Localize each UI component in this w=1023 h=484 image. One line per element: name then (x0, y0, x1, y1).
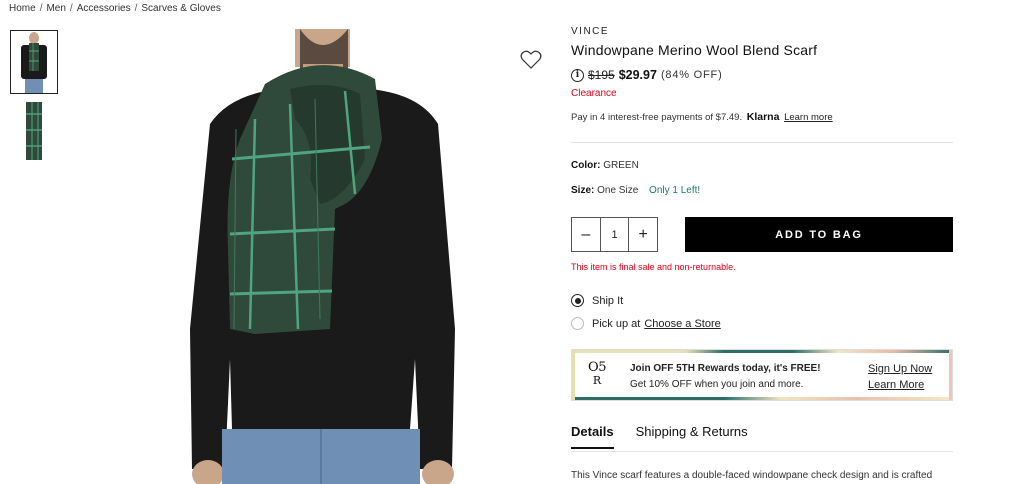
klarna-text: Pay in 4 interest-free payments of $7.49… (571, 112, 743, 123)
tab-details[interactable]: Details (571, 424, 614, 449)
price-row: i $195 $29.97 (84% OFF) (571, 68, 723, 82)
clearance-label: Clearance (571, 88, 617, 99)
pickup-option[interactable]: Pick up at Choose a Store (571, 317, 721, 330)
breadcrumb-separator: / (134, 3, 138, 14)
banner-decoration (572, 350, 575, 400)
sale-price: $29.97 (618, 68, 657, 82)
color-selector: Color: GREEN (571, 160, 639, 171)
thumbnail-model[interactable] (10, 30, 58, 94)
rewards-logo-bottom: R (592, 374, 602, 387)
rewards-learn-more-link[interactable]: Learn More (868, 377, 932, 393)
banner-decoration (949, 350, 952, 400)
ship-it-radio[interactable] (571, 294, 584, 307)
breadcrumb: Home / Men / Accessories / Scarves & Gloves (9, 3, 221, 14)
final-sale-notice: This item is final sale and non-returnab… (571, 262, 736, 272)
add-to-bag-button[interactable]: ADD TO BAG (685, 217, 953, 252)
klarna-message: Pay in 4 interest-free payments of $7.49… (571, 111, 833, 123)
heart-icon[interactable] (520, 50, 542, 70)
rewards-banner: O5 R Join OFF 5TH Rewards today, it's FR… (571, 349, 953, 401)
klarna-logo: Klarna (746, 111, 780, 123)
quantity-stepper: – 1 + (571, 217, 658, 252)
original-price: $195 (588, 68, 615, 82)
rewards-text: Join OFF 5TH Rewards today, it's FREE! G… (630, 361, 821, 393)
thumbnail-scarf[interactable] (10, 100, 58, 162)
breadcrumb-separator: / (69, 3, 73, 14)
stock-note: Only 1 Left! (649, 185, 701, 196)
breadcrumb-separator: / (39, 3, 43, 14)
size-value: One Size (597, 185, 639, 196)
breadcrumb-home[interactable]: Home (9, 3, 36, 14)
pickup-radio[interactable] (571, 317, 584, 330)
product-description: This Vince scarf features a double-faced… (571, 470, 933, 481)
quantity-decrease-button[interactable]: – (572, 218, 600, 251)
breadcrumb-accessories[interactable]: Accessories (77, 3, 131, 14)
discount-percent: (84% OFF) (660, 69, 723, 81)
size-label: Size: (571, 185, 595, 196)
pickup-label: Pick up at (592, 317, 641, 330)
color-label: Color: (571, 160, 601, 171)
quantity-increase-button[interactable]: + (629, 218, 657, 251)
ship-it-option[interactable]: Ship It (571, 294, 623, 307)
info-icon[interactable]: i (571, 68, 584, 82)
product-tabs: Details Shipping & Returns (571, 424, 770, 449)
banner-decoration (572, 397, 952, 400)
breadcrumb-scarves-gloves[interactable]: Scarves & Gloves (141, 3, 220, 14)
rewards-headline: Join OFF 5TH Rewards today, it's FREE! (630, 363, 821, 374)
ship-it-label: Ship It (592, 294, 624, 307)
choose-store-link[interactable]: Choose a Store (644, 318, 720, 330)
tab-shipping-returns[interactable]: Shipping & Returns (636, 424, 748, 449)
sign-up-now-link[interactable]: Sign Up Now (868, 361, 932, 377)
rewards-logo: O5 R (584, 361, 610, 391)
product-title: Windowpane Merino Wool Blend Scarf (571, 42, 818, 58)
color-value: GREEN (603, 160, 639, 171)
rewards-links: Sign Up Now Learn More (868, 361, 932, 393)
size-selector: Size: One Size Only 1 Left! (571, 185, 700, 196)
divider (571, 451, 953, 452)
divider (571, 142, 953, 143)
product-brand[interactable]: VINCE (571, 26, 609, 37)
rewards-subline: Get 10% OFF when you join and more. (630, 379, 804, 390)
banner-decoration (572, 350, 952, 353)
product-image[interactable] (170, 29, 475, 484)
breadcrumb-men[interactable]: Men (46, 3, 65, 14)
quantity-input[interactable]: 1 (599, 218, 630, 251)
rewards-logo-top: O5 (588, 360, 606, 375)
klarna-learn-more-link[interactable]: Learn more (784, 112, 833, 123)
